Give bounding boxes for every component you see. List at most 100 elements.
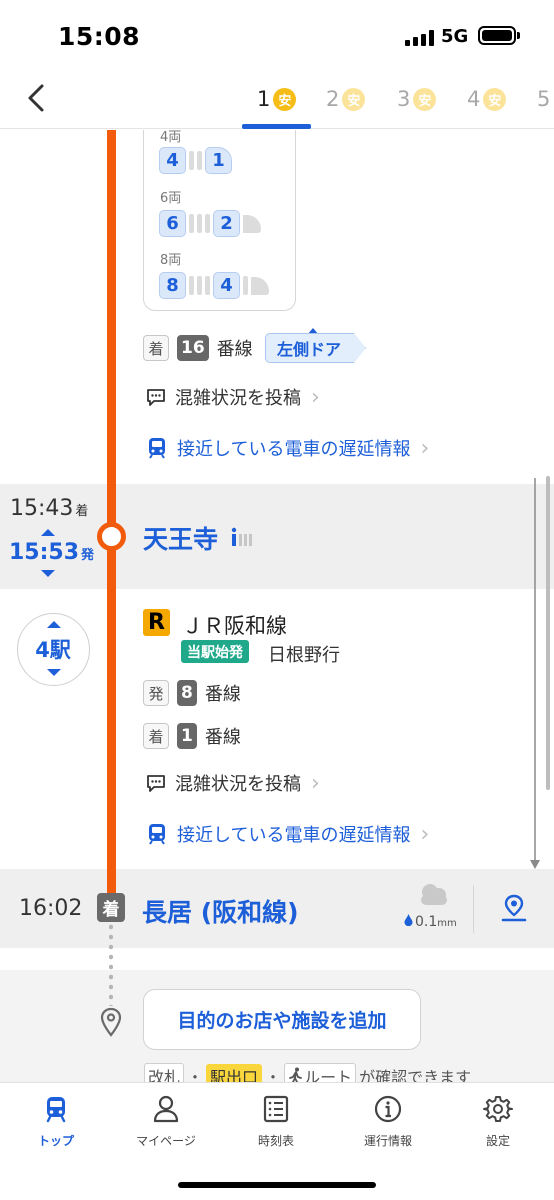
- back-button[interactable]: [20, 80, 56, 116]
- car-gap: [243, 276, 248, 295]
- door-side-tag: 左側ドア: [265, 333, 366, 363]
- arrival-platform-row: 着 16 番線: [143, 335, 253, 361]
- delay-info-link[interactable]: 接近している電車の遅延情報 ›: [145, 435, 429, 461]
- scroll-track-arrow-icon: [530, 478, 540, 869]
- transfer-station-name[interactable]: 天王寺: [143, 520, 218, 556]
- location-pin-icon: [100, 1007, 122, 1037]
- transfer-arrive-time: 15:43 着: [10, 496, 88, 521]
- rain-unit: mm: [437, 918, 457, 929]
- route-tab-number: 5: [537, 87, 551, 111]
- rear-car-number: 4: [213, 272, 240, 299]
- nav-label: 設定: [485, 1134, 510, 1148]
- time-up-icon[interactable]: [40, 527, 56, 537]
- spacer: [0, 948, 554, 970]
- rear-car-number: 2: [213, 210, 240, 237]
- raindrop-icon: [404, 914, 413, 926]
- destination-station-name[interactable]: 長居 (阪和線): [142, 893, 299, 929]
- car-gap: [197, 214, 202, 233]
- route-tab-1[interactable]: 1安: [257, 84, 297, 114]
- car-row-6: 6 2: [159, 210, 261, 237]
- nav-timetable[interactable]: 時刻表: [226, 1094, 326, 1154]
- stops-count: 4駅: [35, 638, 71, 662]
- add-place-button[interactable]: 目的のお店や施設を追加: [143, 989, 421, 1050]
- car-count-label: 6両: [160, 191, 182, 206]
- scrollbar[interactable]: [546, 476, 550, 790]
- car-gap: [197, 151, 202, 170]
- route-tab-5[interactable]: 5: [537, 84, 550, 114]
- congestion-post-link[interactable]: 混雑状況を投稿 ›: [145, 384, 320, 410]
- route-tab-number: 4: [467, 87, 481, 111]
- destination-arrive-badge: 着: [97, 893, 125, 922]
- time-down-icon[interactable]: [40, 569, 56, 579]
- safe-badge: 安: [483, 87, 507, 111]
- route-tab-4[interactable]: 4安: [467, 84, 507, 114]
- route-tab-number: 3: [397, 87, 411, 111]
- arrive-time-value: 15:43: [10, 496, 74, 521]
- front-car-number: 6: [159, 210, 186, 237]
- depart-platform-number: 8: [177, 680, 197, 706]
- cloud-weather-icon: [421, 884, 447, 905]
- car-gap: [205, 276, 210, 295]
- train-front-icon: [149, 438, 165, 459]
- car-row-4: 4 1: [159, 147, 232, 174]
- front-car-number: 8: [159, 272, 186, 299]
- car-row-8: 8 4: [159, 272, 269, 299]
- walk-dotted-line: [109, 922, 113, 1006]
- map-pin-icon[interactable]: [499, 893, 529, 923]
- platform-suffix: 番線: [204, 727, 241, 748]
- person-icon: [153, 1095, 179, 1123]
- chevron-right-icon: ›: [420, 435, 430, 461]
- platform-suffix: 番線: [204, 684, 241, 705]
- network-label: 5G: [441, 26, 469, 47]
- congestion-post-link-2[interactable]: 混雑状況を投稿 ›: [145, 770, 320, 796]
- comment-icon: [147, 775, 165, 792]
- car-gap: [205, 214, 210, 233]
- info-icon: [374, 1095, 402, 1123]
- arrive-suffix: 着: [75, 504, 89, 519]
- route-line: [107, 130, 116, 893]
- train-front-icon: [149, 824, 165, 845]
- signal-icon: [405, 30, 435, 46]
- nav-label: 時刻表: [257, 1134, 294, 1148]
- nav-settings[interactable]: 設定: [448, 1094, 548, 1154]
- line-name[interactable]: ＪＲ阪和線: [182, 610, 287, 640]
- rear-car-number: 1: [205, 147, 232, 174]
- train-destination: 日根野行: [268, 645, 340, 666]
- home-indicator: [178, 1182, 376, 1188]
- timetable-icon: [263, 1095, 289, 1123]
- delay-info-label: 接近している電車の遅延情報: [177, 439, 411, 460]
- platform-suffix: 番線: [216, 339, 253, 360]
- congestion-post-label: 混雑状況を投稿: [175, 774, 301, 795]
- front-car-number: 4: [159, 147, 186, 174]
- car-count-label: 4両: [160, 130, 182, 145]
- status-time: 15:08: [58, 22, 141, 51]
- congestion-post-label: 混雑状況を投稿: [175, 388, 301, 409]
- divider: [473, 885, 474, 933]
- battery-tip: [517, 32, 520, 39]
- starting-station-tag: 当駅始発: [181, 640, 249, 663]
- car-gap: [189, 276, 194, 295]
- arrive-platform-number: 1: [177, 723, 197, 749]
- collapse-up-icon: [47, 621, 61, 628]
- route-tab-number: 2: [326, 87, 340, 111]
- nav-label: マイページ: [136, 1134, 196, 1148]
- delay-info-link-2[interactable]: 接近している電車の遅延情報 ›: [145, 821, 429, 847]
- train-nose: [243, 214, 261, 233]
- departure-platform-row: 発 8 番線: [143, 680, 241, 706]
- chevron-left-icon: [28, 84, 44, 112]
- nav-mypage[interactable]: マイページ: [116, 1094, 216, 1154]
- route-tab-2[interactable]: 2安: [326, 84, 366, 114]
- rain-amount: 0.1 mm: [404, 914, 457, 930]
- car-gap: [197, 276, 202, 295]
- gear-icon: [483, 1096, 513, 1122]
- nav-top[interactable]: トップ: [6, 1094, 106, 1154]
- chevron-right-icon: ›: [420, 821, 430, 847]
- car-position-box: 4両 4 1 6両 6 2 8両 8 4: [143, 130, 296, 311]
- station-info-icon[interactable]: [231, 527, 253, 547]
- active-tab-indicator: [242, 124, 311, 129]
- car-gap: [189, 151, 194, 170]
- nav-service-info[interactable]: 運行情報: [338, 1094, 438, 1154]
- route-tab-3[interactable]: 3安: [397, 84, 437, 114]
- nav-label: 運行情報: [363, 1134, 412, 1148]
- stops-count-toggle[interactable]: 4駅: [17, 613, 90, 686]
